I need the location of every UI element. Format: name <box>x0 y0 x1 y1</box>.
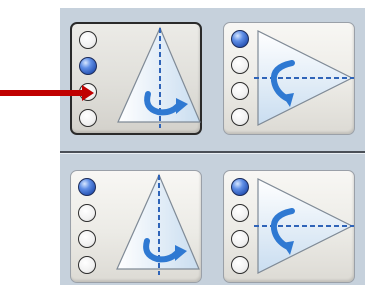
panel-divider-highlight <box>60 153 365 154</box>
radio-option-1[interactable] <box>78 178 96 196</box>
radio-option-2[interactable] <box>231 204 249 222</box>
radio-option-1[interactable] <box>231 178 249 196</box>
rotation-button-bottom-right[interactable] <box>223 170 355 283</box>
radio-option-4[interactable] <box>231 108 249 126</box>
radio-option-4[interactable] <box>78 256 96 274</box>
radio-option-2[interactable] <box>79 57 97 75</box>
right-arrow-head-icon <box>82 85 94 101</box>
radio-option-2[interactable] <box>231 56 249 74</box>
radio-group <box>79 31 99 131</box>
vertical-axis-rotation-icon <box>116 173 200 275</box>
radio-option-3[interactable] <box>78 230 96 248</box>
horizontal-axis-rotation-icon <box>254 178 354 274</box>
right-arrow-icon <box>0 90 88 96</box>
radio-group <box>78 178 98 278</box>
rotation-button-top-left[interactable] <box>70 22 202 135</box>
rotation-button-bottom-left[interactable] <box>70 170 202 283</box>
radio-option-1[interactable] <box>231 30 249 48</box>
radio-option-1[interactable] <box>79 31 97 49</box>
radio-group <box>231 178 251 278</box>
rotation-button-top-right[interactable] <box>223 22 355 135</box>
horizontal-axis-rotation-icon <box>254 30 354 126</box>
vertical-axis-rotation-icon <box>117 26 201 128</box>
radio-group <box>231 30 251 130</box>
radio-option-3[interactable] <box>231 230 249 248</box>
radio-option-2[interactable] <box>78 204 96 222</box>
radio-option-4[interactable] <box>79 109 97 127</box>
radio-option-4[interactable] <box>231 256 249 274</box>
radio-option-3[interactable] <box>231 82 249 100</box>
